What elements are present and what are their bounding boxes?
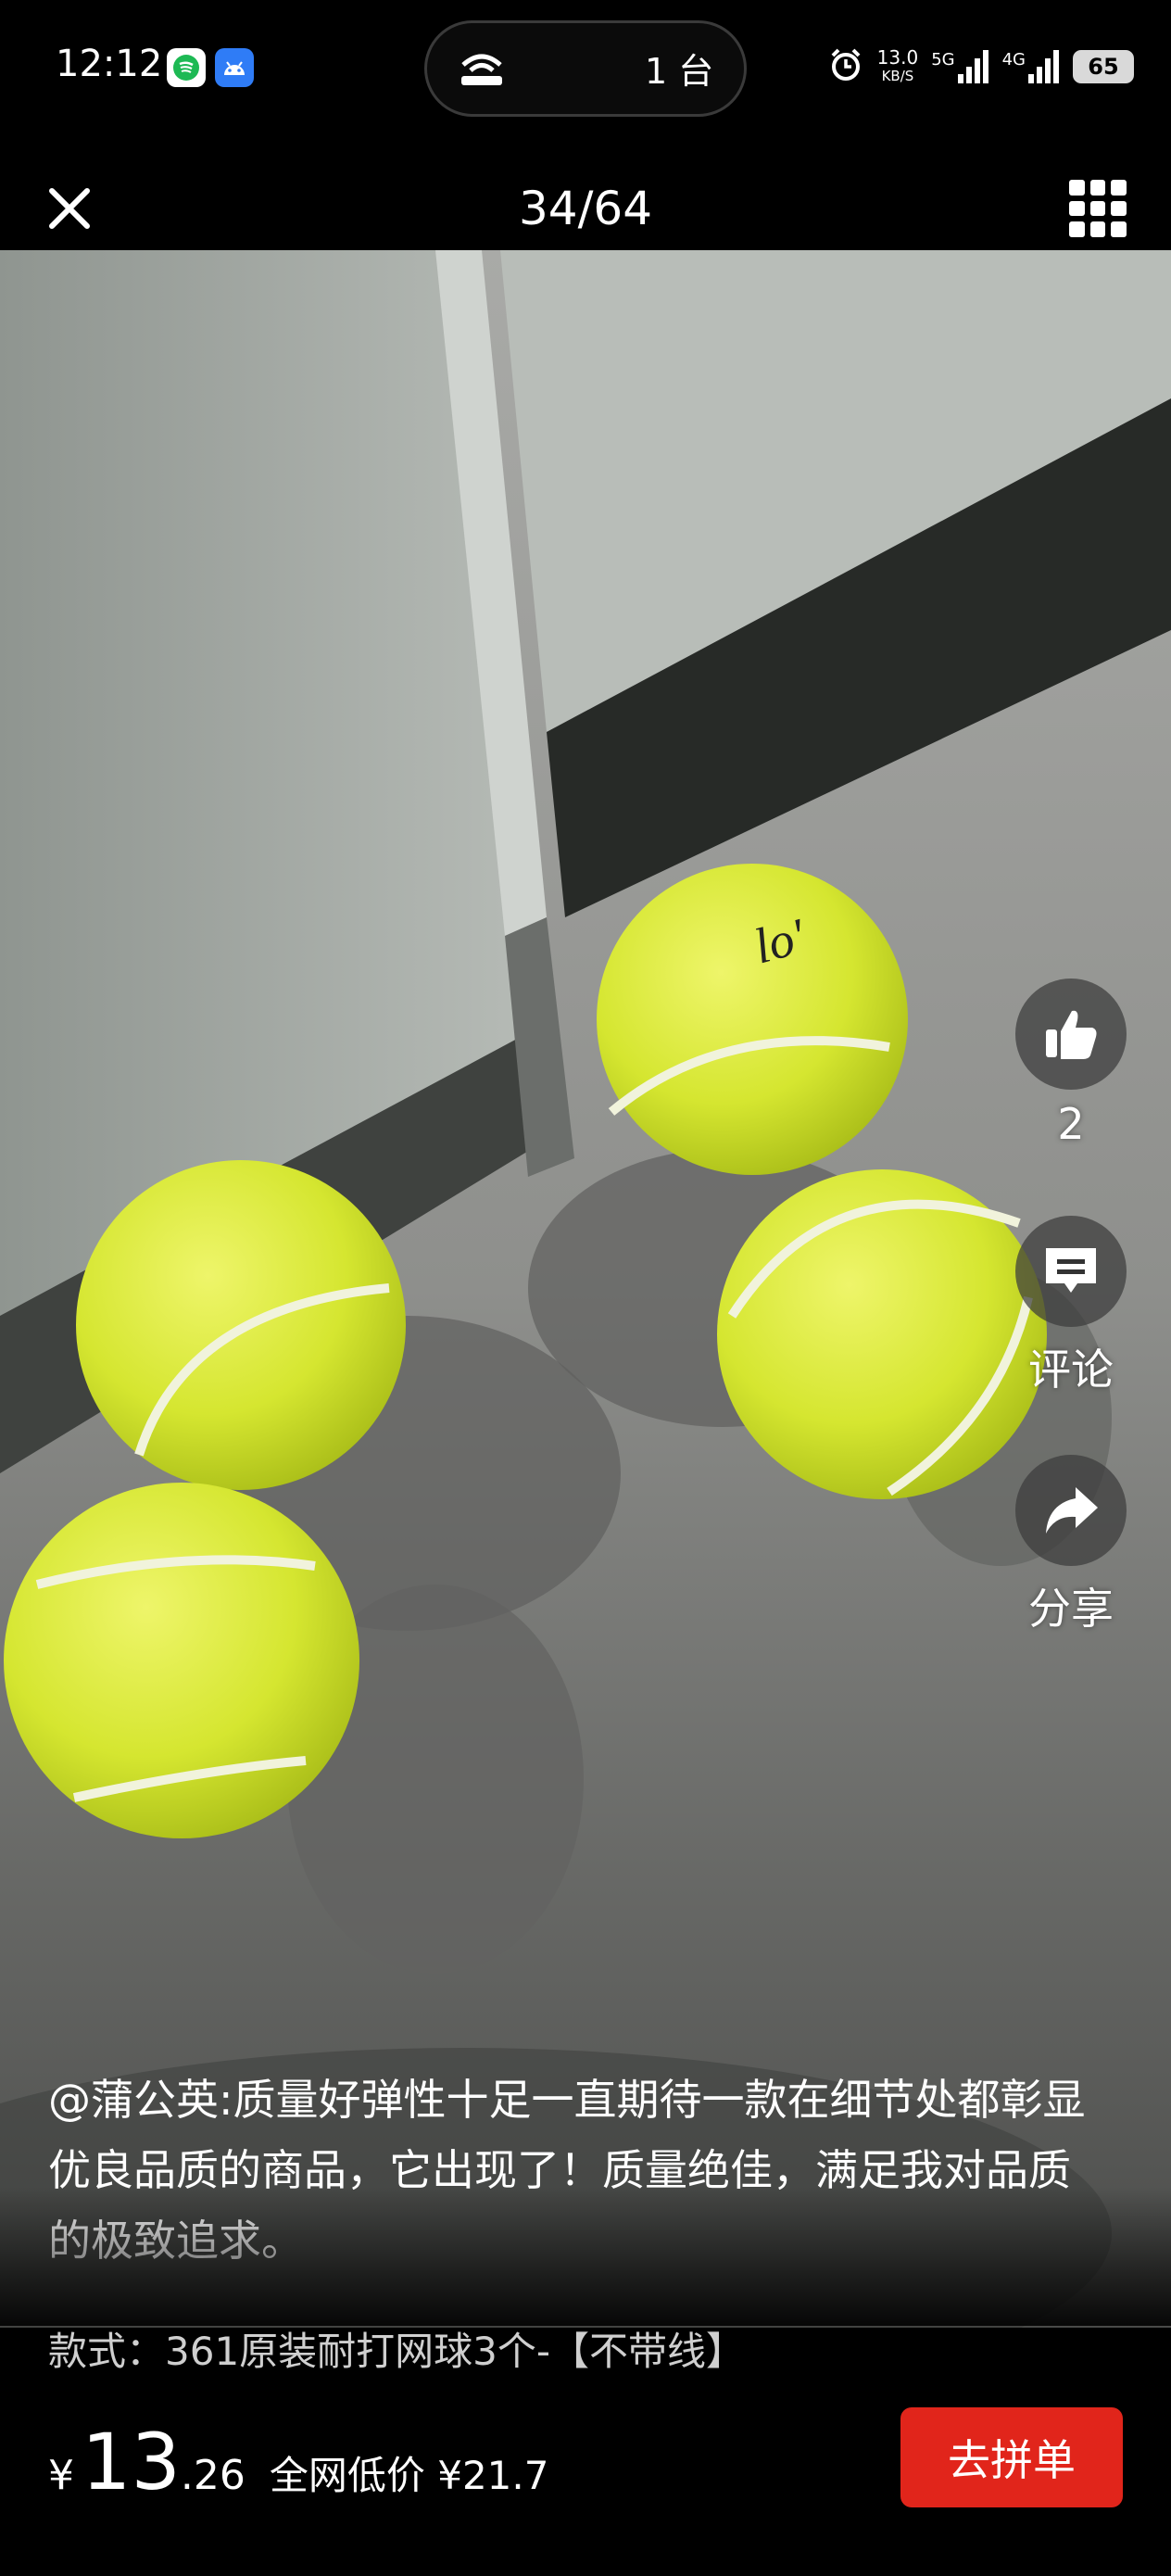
grid-icon bbox=[1069, 180, 1085, 196]
tennis-ball bbox=[76, 1160, 406, 1490]
spotify-icon bbox=[167, 48, 206, 87]
tennis-ball: lo' bbox=[597, 864, 908, 1175]
share-label: 分享 bbox=[1028, 1584, 1114, 1634]
status-time: 12:12 bbox=[56, 43, 163, 85]
review-photo[interactable]: lo' bbox=[0, 250, 1171, 2328]
network-speed-value: 13.0 bbox=[876, 46, 919, 69]
like-action[interactable]: 2 bbox=[1015, 979, 1127, 1149]
status-indicators: 13.0 KB/S 5G 4G 65 bbox=[827, 41, 1134, 93]
alarm-icon bbox=[827, 46, 864, 87]
comment-action[interactable]: 评论 bbox=[1015, 1216, 1127, 1397]
price-block: ¥ 13 .26 全网低价 ¥21.7 bbox=[48, 2417, 548, 2507]
price-integer: 13 bbox=[82, 2417, 181, 2507]
review-fade-overlay bbox=[0, 2187, 1171, 2326]
hotspot-icon bbox=[454, 44, 510, 89]
grid-view-button[interactable] bbox=[1069, 180, 1127, 237]
share-button[interactable] bbox=[1015, 1455, 1127, 1566]
share-action[interactable]: 分享 bbox=[1015, 1455, 1127, 1636]
signal-5g-icon: 5G bbox=[931, 50, 988, 83]
android-icon bbox=[215, 48, 254, 87]
network-speed: 13.0 KB/S bbox=[877, 48, 919, 85]
network-speed-unit: KB/S bbox=[881, 68, 914, 84]
signal-5g-label: 5G bbox=[931, 50, 955, 69]
thumbs-up-icon bbox=[1046, 1010, 1097, 1059]
image-counter: 34/64 bbox=[518, 182, 653, 235]
island-count: 1 台 bbox=[645, 51, 714, 92]
like-button[interactable] bbox=[1015, 979, 1127, 1090]
price-currency: ¥ bbox=[48, 2452, 74, 2499]
tennis-ball bbox=[717, 1169, 1047, 1499]
tennis-ball bbox=[4, 1483, 359, 1838]
battery-indicator: 65 bbox=[1073, 50, 1134, 83]
group-buy-button[interactable]: 去拼单 bbox=[900, 2407, 1123, 2507]
share-icon bbox=[1046, 1487, 1098, 1534]
comment-button[interactable] bbox=[1015, 1216, 1127, 1327]
signal-4g-icon: 4G bbox=[1002, 50, 1060, 83]
price-decimal: .26 bbox=[180, 2452, 246, 2499]
signal-4g-label: 4G bbox=[1001, 50, 1026, 69]
product-variant: 款式：361原装耐打网球3个-【不带线】 bbox=[48, 2329, 746, 2374]
like-count: 2 bbox=[1057, 1099, 1085, 1149]
comment-label: 评论 bbox=[1028, 1345, 1114, 1395]
status-bar: 12:12 1 台 13.0 KB/S 5G 4G 65 bbox=[0, 0, 1171, 139]
lowest-price-label: 全网低价 ¥21.7 bbox=[269, 2453, 549, 2498]
comment-icon bbox=[1046, 1248, 1096, 1293]
